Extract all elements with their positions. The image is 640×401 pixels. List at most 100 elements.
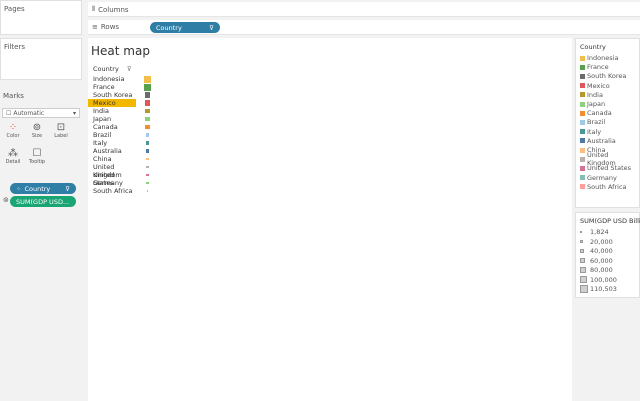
- tooltip-button[interactable]: ☐ Tooltip: [28, 148, 46, 168]
- color-legend-item[interactable]: Brazil: [580, 118, 605, 126]
- color-legend-item[interactable]: Italy: [580, 128, 601, 136]
- heatmap-cell[interactable]: [144, 100, 151, 106]
- legend-label: Indonesia: [587, 54, 619, 62]
- size-icon: ⊚: [32, 122, 42, 133]
- row-label[interactable]: France: [88, 83, 136, 91]
- row-label[interactable]: Germany: [88, 179, 136, 187]
- heatmap-cell[interactable]: [144, 92, 151, 98]
- columns-shelf[interactable]: ⦀ Columns: [88, 2, 640, 17]
- legend-label: South Korea: [587, 72, 627, 81]
- rows-country-pill[interactable]: Country ⊽: [150, 22, 220, 33]
- size-legend-label: 100,000: [590, 275, 617, 284]
- color-legend-item[interactable]: United States: [580, 164, 631, 172]
- row-label[interactable]: India: [88, 107, 136, 115]
- size-swatch: [580, 249, 584, 253]
- color-country-pill[interactable]: ⁘ Country ⊽: [10, 183, 76, 194]
- size-legend-label: 40,000: [590, 247, 613, 255]
- heatmap-cell[interactable]: [145, 124, 150, 130]
- heatmap-cell[interactable]: [146, 173, 149, 177]
- legend-swatch: [580, 138, 585, 144]
- tooltip-icon: ☐: [32, 148, 42, 159]
- size-legend-item: 20,000: [580, 238, 613, 246]
- row-label[interactable]: China: [88, 155, 136, 163]
- legend-swatch: [580, 110, 585, 116]
- row-label[interactable]: South Africa: [88, 187, 136, 195]
- row-label[interactable]: Italy: [88, 139, 136, 147]
- legend-swatch: [580, 129, 585, 135]
- legend-label: United States: [587, 164, 632, 173]
- size-field-icon: ⊚: [3, 196, 9, 204]
- legend-label: France: [587, 63, 609, 72]
- legend-swatch: [580, 119, 585, 125]
- color-legend-item[interactable]: Japan: [580, 100, 605, 108]
- heatmap-cell[interactable]: [146, 181, 149, 185]
- columns-shelf-label: ⦀ Columns: [92, 5, 129, 14]
- color-legend-item[interactable]: Canada: [580, 109, 612, 117]
- heatmap-cell[interactable]: [146, 165, 149, 169]
- size-swatch: [580, 267, 586, 273]
- size-legend-item: 100,000: [580, 276, 617, 284]
- color-legend-item[interactable]: Mexico: [580, 82, 610, 90]
- filter-icon: ⊽: [209, 23, 214, 32]
- size-legend-item: 80,000: [580, 266, 613, 274]
- legend-label: Japan: [587, 100, 606, 108]
- legend-label: South Africa: [587, 182, 627, 191]
- size-legend: SUM(GDP USD Billions) 1,82420,00040,0006…: [575, 212, 640, 298]
- columns-icon: ⦀: [92, 5, 96, 13]
- legend-swatch: [580, 184, 585, 190]
- row-label[interactable]: United States: [88, 171, 136, 187]
- row-label[interactable]: Australia: [88, 147, 136, 155]
- country-pill-label: Country: [24, 184, 51, 193]
- legend-swatch: [580, 175, 585, 181]
- marks-card: Marks ☐ Automatic ▾ ⁘ Color ⊚ Size ⊡ Lab…: [0, 84, 82, 224]
- size-legend-item: 1,824: [580, 228, 609, 236]
- color-legend-item[interactable]: France: [580, 63, 609, 71]
- color-legend-item[interactable]: Australia: [580, 137, 616, 145]
- pages-title: Pages: [4, 5, 25, 13]
- heatmap-cell[interactable]: [146, 157, 149, 161]
- color-legend-item[interactable]: United Kingdom: [580, 151, 639, 167]
- heatmap-cell[interactable]: [145, 149, 150, 153]
- filters-shelf[interactable]: Filters: [0, 38, 82, 80]
- color-legend-item[interactable]: Germany: [580, 174, 617, 182]
- viz-area[interactable]: Heat map Country ⊽ Indonesia France South …: [88, 38, 572, 401]
- color-button[interactable]: ⁘ Color: [4, 122, 22, 142]
- legend-label: India: [587, 90, 603, 99]
- gdp-pill-label: SUM(GDP USD...: [16, 197, 70, 206]
- detail-label: Detail: [5, 159, 21, 165]
- row-label[interactable]: South Korea: [88, 91, 136, 99]
- color-legend-item[interactable]: South Africa: [580, 183, 627, 191]
- mark-type-value: Automatic: [13, 109, 45, 117]
- size-gdp-pill[interactable]: SUM(GDP USD...: [10, 196, 76, 207]
- marks-title: Marks: [3, 92, 24, 100]
- legend-swatch: [580, 73, 585, 79]
- heatmap-cell[interactable]: [145, 116, 150, 122]
- row-label[interactable]: Japan: [88, 115, 136, 123]
- color-legend-item[interactable]: Indonesia: [580, 54, 618, 62]
- row-label[interactable]: Brazil: [88, 131, 136, 139]
- sort-icon[interactable]: ⊽: [127, 65, 132, 73]
- tooltip-label: Tooltip: [28, 159, 46, 165]
- color-legend-item[interactable]: South Korea: [580, 72, 626, 80]
- heatmap-cell[interactable]: [144, 83, 151, 91]
- heatmap-cell[interactable]: [145, 133, 150, 137]
- size-button[interactable]: ⊚ Size: [28, 122, 46, 142]
- label-button[interactable]: ⊡ Label: [52, 122, 70, 142]
- filters-title: Filters: [4, 43, 25, 51]
- row-label[interactable]: Canada: [88, 123, 136, 131]
- heatmap-cell[interactable]: [146, 190, 149, 192]
- row-label[interactable]: Indonesia: [88, 75, 136, 83]
- pages-shelf[interactable]: Pages: [0, 0, 82, 35]
- color-legend: Country Indonesia France South Korea Mexico…: [575, 38, 640, 208]
- rows-shelf[interactable]: ≡ Rows Country ⊽: [88, 20, 640, 35]
- detail-button[interactable]: ⁂ Detail: [4, 148, 22, 168]
- legend-label: Brazil: [587, 118, 606, 127]
- row-label[interactable]: United Kingdom: [88, 163, 136, 179]
- legend-swatch: [580, 165, 585, 171]
- color-legend-item[interactable]: India: [580, 91, 603, 99]
- heatmap-cell[interactable]: [145, 108, 150, 114]
- heatmap-cell[interactable]: [145, 141, 150, 145]
- mark-type-dropdown[interactable]: ☐ Automatic ▾: [2, 108, 80, 118]
- heatmap-cell[interactable]: [144, 75, 151, 83]
- row-label[interactable]: Mexico: [88, 99, 136, 107]
